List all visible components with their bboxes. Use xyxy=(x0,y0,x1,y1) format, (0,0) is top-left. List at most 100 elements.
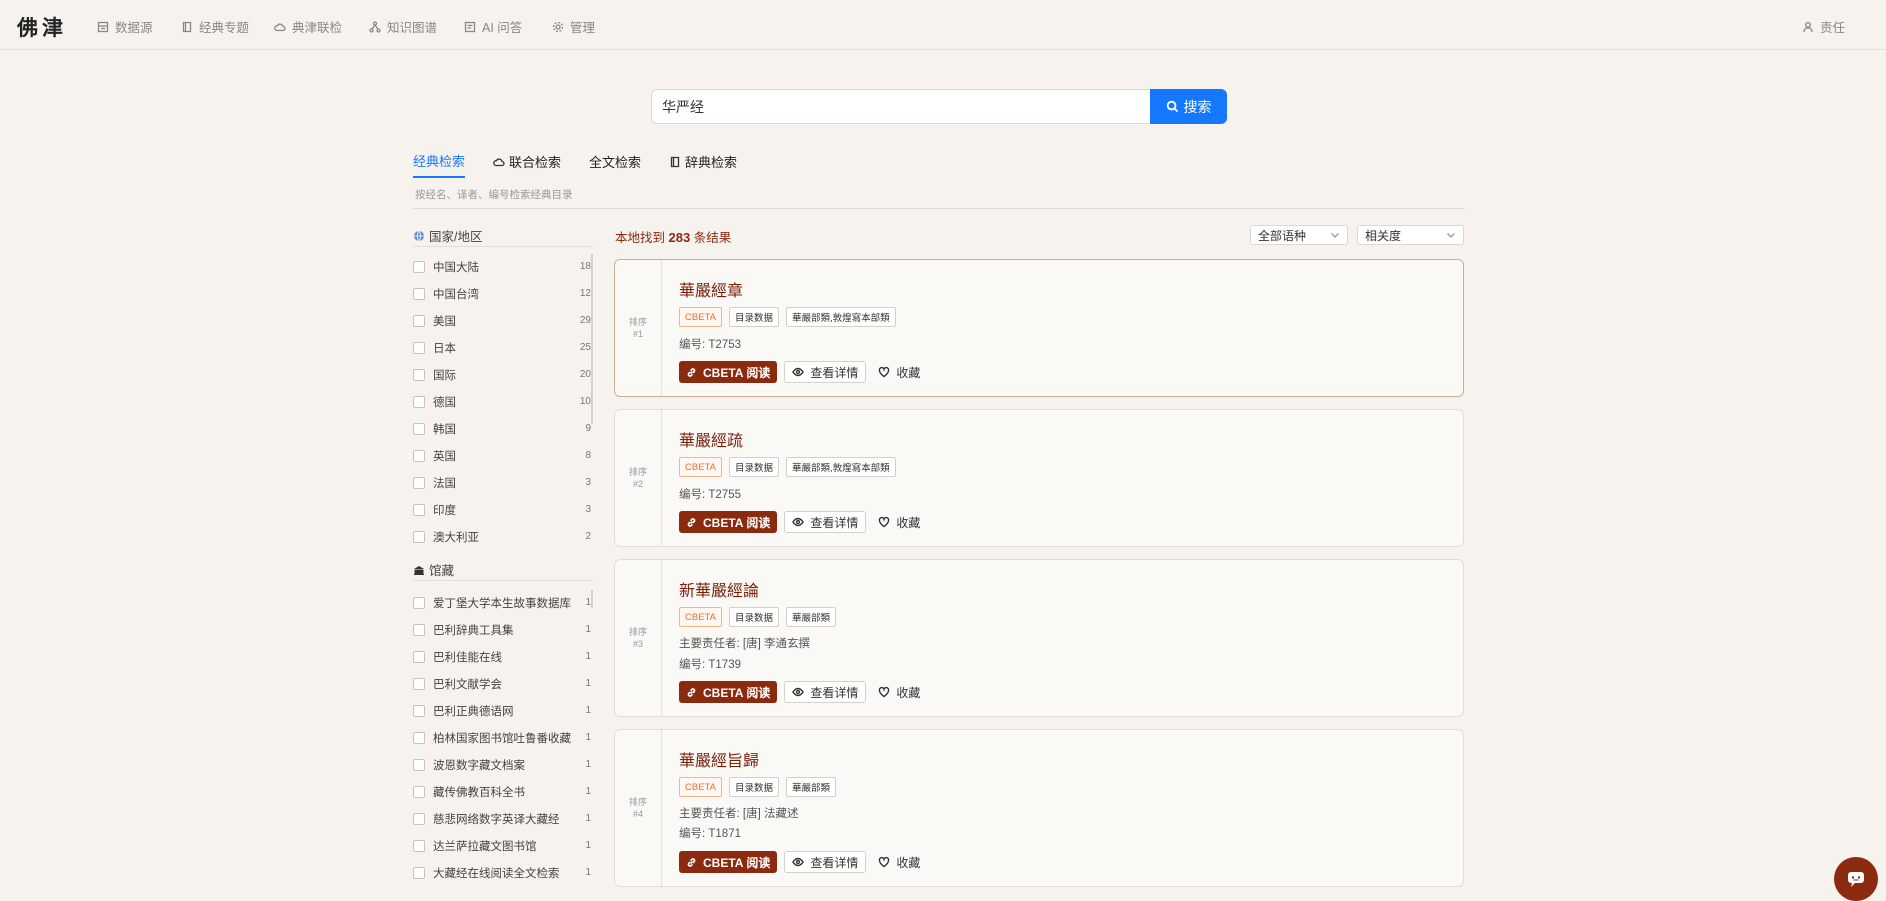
favorite-button[interactable]: 收藏 xyxy=(873,361,925,383)
tag: 華嚴部類 xyxy=(785,777,836,797)
checkbox[interactable] xyxy=(413,596,425,609)
result-count-prefix: 本地找到 xyxy=(615,231,666,245)
nav-item-ai-qa[interactable]: AI 问答 xyxy=(464,17,522,36)
sort-select[interactable]: 相关度 xyxy=(1357,225,1464,245)
search-button[interactable]: 搜索 xyxy=(1150,89,1227,124)
filter-item[interactable]: 国际 20 xyxy=(413,361,591,388)
view-details-button[interactable]: 查看详情 xyxy=(784,361,867,383)
view-details-button[interactable]: 查看详情 xyxy=(784,681,867,703)
checkbox[interactable] xyxy=(413,812,425,825)
result-card[interactable]: 排序 #1 華嚴經章 CBETA 目录数据 華嚴部類,敦煌寫本部類 编号: T2… xyxy=(614,259,1464,397)
tab-joint-search[interactable]: 联合检索 xyxy=(493,153,561,178)
tab-classic-search[interactable]: 经典检索 xyxy=(413,153,466,178)
search-input[interactable]: 华严经 xyxy=(651,89,1151,124)
tab-hint: 按经名、译者、编号检索经典目录 xyxy=(415,189,573,201)
tab-label: 联合检索 xyxy=(509,155,562,170)
filter-item[interactable]: 美国 29 xyxy=(413,307,591,334)
filter-item[interactable]: 大藏经在线阅读全文检索 1 xyxy=(413,859,591,879)
filter-item[interactable]: 中国大陆 18 xyxy=(413,253,591,280)
filter-count: 3 xyxy=(585,477,591,488)
favorite-button[interactable]: 收藏 xyxy=(873,681,925,703)
nav-item-topics[interactable]: 经典专题 xyxy=(181,17,249,36)
nav-item-knowledge-graph[interactable]: 知识图谱 xyxy=(369,17,437,36)
filter-item[interactable]: 达兰萨拉藏文图书馆 1 xyxy=(413,832,591,859)
favorite-button[interactable]: 收藏 xyxy=(873,511,925,533)
filter-item[interactable]: 德国 10 xyxy=(413,388,591,415)
button-label: 收藏 xyxy=(896,855,921,870)
filter-count: 18 xyxy=(579,261,591,272)
checkbox[interactable] xyxy=(413,650,425,663)
filter-item[interactable]: 印度 3 xyxy=(413,496,591,523)
checkbox[interactable] xyxy=(413,731,425,744)
cbeta-read-button[interactable]: CBETA 阅读 xyxy=(679,361,778,383)
view-details-button[interactable]: 查看详情 xyxy=(784,851,867,873)
favorite-button[interactable]: 收藏 xyxy=(873,851,925,873)
cbeta-read-button[interactable]: CBETA 阅读 xyxy=(679,511,778,533)
checkbox[interactable] xyxy=(413,287,425,300)
result-title[interactable]: 華嚴經疏 xyxy=(679,427,743,451)
checkbox[interactable] xyxy=(413,395,425,408)
heart-icon xyxy=(879,686,890,698)
filter-item[interactable]: 巴利佳能在线 1 xyxy=(413,643,591,670)
result-title[interactable]: 華嚴經章 xyxy=(679,277,743,301)
checkbox[interactable] xyxy=(413,476,425,489)
nav-item-joint-search[interactable]: 典津联检 xyxy=(274,17,342,36)
view-details-button[interactable]: 查看详情 xyxy=(784,511,867,533)
tab-dictionary-search[interactable]: 辞典检索 xyxy=(669,153,737,178)
checkbox[interactable] xyxy=(413,785,425,798)
result-card[interactable]: 排序 #3 新華嚴經論 CBETA 目录数据 華嚴部類 主要责任者: [唐] 李… xyxy=(614,559,1464,717)
region-filter-list[interactable]: 中国大陆 18 中国台湾 12 美国 29 日本 25 国际 20 德国 10 韩国 9 英国… xyxy=(413,253,591,543)
checkbox[interactable] xyxy=(413,368,425,381)
filter-item[interactable]: 英国 8 xyxy=(413,442,591,469)
nav-item-label: 管理 xyxy=(570,21,596,35)
checkbox[interactable] xyxy=(413,260,425,273)
filter-item[interactable]: 波恩数字藏文档案 1 xyxy=(413,751,591,778)
checkbox[interactable] xyxy=(413,314,425,327)
filter-item[interactable]: 巴利辞典工具集 1 xyxy=(413,616,591,643)
filter-item[interactable]: 韩国 9 xyxy=(413,415,591,442)
filter-count: 1 xyxy=(585,705,591,716)
scrollbar[interactable] xyxy=(591,590,593,608)
chat-assistant-button[interactable] xyxy=(1834,857,1878,901)
checkbox[interactable] xyxy=(413,530,425,543)
filter-item[interactable]: 中国台湾 12 xyxy=(413,280,591,307)
checkbox[interactable] xyxy=(413,677,425,690)
checkbox[interactable] xyxy=(413,503,425,516)
checkbox[interactable] xyxy=(413,341,425,354)
checkbox[interactable] xyxy=(413,758,425,771)
scrollbar[interactable] xyxy=(591,254,593,424)
filter-item[interactable]: 日本 25 xyxy=(413,334,591,361)
filter-item[interactable]: 柏林国家图书馆吐鲁番收藏 1 xyxy=(413,724,591,751)
nav-item-admin[interactable]: 管理 xyxy=(552,17,595,36)
rank-number: #3 xyxy=(632,639,643,649)
result-card[interactable]: 排序 #2 華嚴經疏 CBETA 目录数据 華嚴部類,敦煌寫本部類 编号: T2… xyxy=(614,409,1464,547)
filter-item[interactable]: 藏传佛教百科全书 1 xyxy=(413,778,591,805)
cbeta-read-button[interactable]: CBETA 阅读 xyxy=(679,851,778,873)
filter-label: 巴利佳能在线 xyxy=(433,651,502,664)
logo[interactable]: 佛津 xyxy=(17,12,67,42)
library-filter-list[interactable]: 爱丁堡大学本生故事数据库 1 巴利辞典工具集 1 巴利佳能在线 1 巴利文献学会 1 巴… xyxy=(413,589,591,879)
filter-item[interactable]: 慈悲网络数字英译大藏经 1 xyxy=(413,805,591,832)
filter-item[interactable]: 巴利文献学会 1 xyxy=(413,670,591,697)
language-select[interactable]: 全部语种 xyxy=(1250,225,1348,245)
checkbox[interactable] xyxy=(413,422,425,435)
cbeta-read-button[interactable]: CBETA 阅读 xyxy=(679,681,778,703)
result-title[interactable]: 新華嚴經論 xyxy=(679,577,759,601)
nav-item-datasource[interactable]: 数据源 xyxy=(97,17,153,36)
button-label: 收藏 xyxy=(896,365,921,380)
checkbox[interactable] xyxy=(413,704,425,717)
result-card[interactable]: 排序 #4 華嚴經旨歸 CBETA 目录数据 華嚴部類 主要责任者: [唐] 法… xyxy=(614,729,1464,887)
filter-item[interactable]: 法国 3 xyxy=(413,469,591,496)
divider xyxy=(413,246,593,247)
user-menu[interactable]: 责任 xyxy=(1802,17,1845,36)
checkbox[interactable] xyxy=(413,866,425,879)
checkbox[interactable] xyxy=(413,623,425,636)
user-name: 责任 xyxy=(1819,21,1845,35)
checkbox[interactable] xyxy=(413,449,425,462)
filter-item[interactable]: 爱丁堡大学本生故事数据库 1 xyxy=(413,589,591,616)
filter-item[interactable]: 澳大利亚 2 xyxy=(413,523,591,543)
tab-fulltext-search[interactable]: 全文检索 xyxy=(589,153,641,178)
filter-item[interactable]: 巴利正典德语网 1 xyxy=(413,697,591,724)
result-title[interactable]: 華嚴經旨歸 xyxy=(679,747,759,771)
checkbox[interactable] xyxy=(413,839,425,852)
